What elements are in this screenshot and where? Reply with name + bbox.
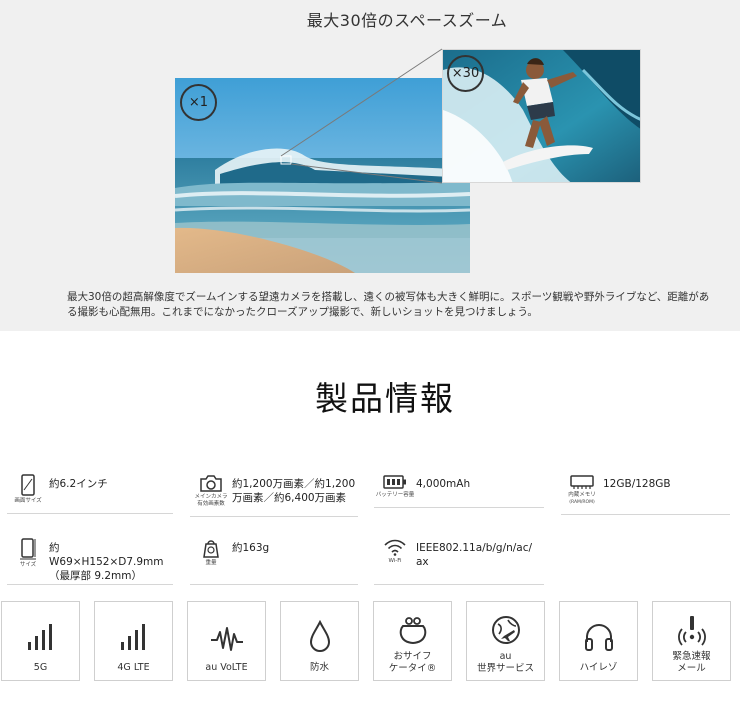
feature-hi-res: ハイレゾ xyxy=(559,601,638,681)
spec-label: Wi-Fi xyxy=(388,558,402,564)
spec-label: 重量 xyxy=(205,560,217,566)
spec-label-line-2: 有効画素数 xyxy=(197,501,225,507)
spec-value-line-1: 約W69×H152×D7.9mm xyxy=(49,542,164,568)
spec-value-line-2: 万画素／約6,400万画素 xyxy=(232,492,347,504)
zoom-1x-badge: ×1 xyxy=(180,84,217,121)
description-line-2: る撮影も心配無用。これまでになかったクローズアップ撮影で、新しいショットを見つけ… xyxy=(67,306,538,318)
product-info-heading: 製品情報 xyxy=(315,379,455,418)
signal-bars-icon xyxy=(120,624,145,650)
camera-icon xyxy=(200,475,222,492)
size-icon xyxy=(20,538,36,560)
screen-icon xyxy=(21,474,35,496)
feature-label: 防水 xyxy=(309,662,329,673)
globe-plane-icon xyxy=(491,616,520,644)
space-zoom-description: 最大30倍の超高解像度でズームインする望遠カメラを搭載し、遠くの被写体も大きく鮮… xyxy=(67,290,740,320)
spec-value-line-1: 約1,200万画素／約1,200 xyxy=(232,478,356,490)
spec-value-line-2: ax xyxy=(416,556,429,568)
spec-label-sub: (RAM/ROM) xyxy=(569,500,595,505)
spec-dimensions: サイズ 約W69×H152×D7.9mm （最厚部 9.2mm） xyxy=(7,538,173,585)
feature-label: 5G xyxy=(33,662,48,673)
feature-4g-lte: 4G LTE xyxy=(94,601,173,681)
space-zoom-title: 最大30倍のスペースズーム xyxy=(306,11,508,30)
feature-label: ハイレゾ xyxy=(579,662,618,673)
wide-angle-photo xyxy=(175,78,470,273)
spec-label: 画面サイズ xyxy=(14,498,42,504)
space-zoom-section: 最大30倍のスペースズーム ×1 ×30 最大30倍の超高解像度でズームインする… xyxy=(0,0,740,331)
spec-label: バッテリー容量 xyxy=(375,492,415,498)
spec-value: 4,000mAh xyxy=(416,478,471,490)
spec-memory: 内蔵メモリ (RAM/ROM) 12GB/128GB xyxy=(561,474,730,515)
weight-icon xyxy=(203,540,219,558)
feature-label: 緊急速報 メール xyxy=(672,651,711,674)
spec-label-line-1: メインカメラ xyxy=(194,494,228,500)
spec-wifi: Wi-Fi IEEE802.11a/b/g/n/ac/ ax xyxy=(374,538,544,585)
emergency-alert-icon xyxy=(677,616,706,646)
spec-weight: 重量 約163g xyxy=(190,538,358,585)
feature-au-volte: au VoLTE xyxy=(187,601,266,681)
feature-label: au VoLTE xyxy=(205,662,248,673)
signal-bars-icon xyxy=(27,624,52,650)
description-line-1: 最大30倍の超高解像度でズームインする望遠カメラを搭載し、遠くの被写体も大きく鮮… xyxy=(67,291,710,303)
wallet-purse-icon xyxy=(399,617,426,645)
spec-value-line-1: IEEE802.11a/b/g/n/ac/ xyxy=(416,542,533,554)
feature-5g: 5G xyxy=(1,601,80,681)
spec-value: 約6.2インチ xyxy=(49,478,108,490)
feature-label: au 世界サービス xyxy=(476,651,534,674)
feature-label: 4G LTE xyxy=(117,662,150,673)
zoom-30x-badge: ×30 xyxy=(447,55,484,92)
feature-osaifu-keitai: おサイフ ケータイ® xyxy=(373,601,452,681)
spec-main-camera: メインカメラ 有効画素数 約1,200万画素／約1,200 万画素／約6,400… xyxy=(190,474,358,517)
spec-screen-size: 画面サイズ 約6.2インチ xyxy=(7,474,173,514)
feature-label: おサイフ ケータイ® xyxy=(388,651,437,674)
battery-icon xyxy=(383,475,406,489)
spec-label: サイズ xyxy=(19,562,37,568)
water-drop-icon xyxy=(309,620,330,652)
feature-waterproof: 防水 xyxy=(280,601,359,681)
spec-battery: バッテリー容量 4,000mAh xyxy=(374,474,544,508)
memory-icon xyxy=(570,475,594,489)
spec-label: 内蔵メモリ xyxy=(568,492,596,498)
wifi-icon xyxy=(384,539,406,556)
headphones-icon xyxy=(584,624,613,651)
spec-value: 約163g xyxy=(232,542,270,554)
feature-emergency-alert: 緊急速報 メール xyxy=(652,601,731,681)
feature-au-world-service: au 世界サービス xyxy=(466,601,545,681)
volte-wave-icon xyxy=(210,627,243,651)
spec-value: 12GB/128GB xyxy=(603,478,671,490)
spec-value-line-2: （最厚部 9.2mm） xyxy=(49,570,142,582)
